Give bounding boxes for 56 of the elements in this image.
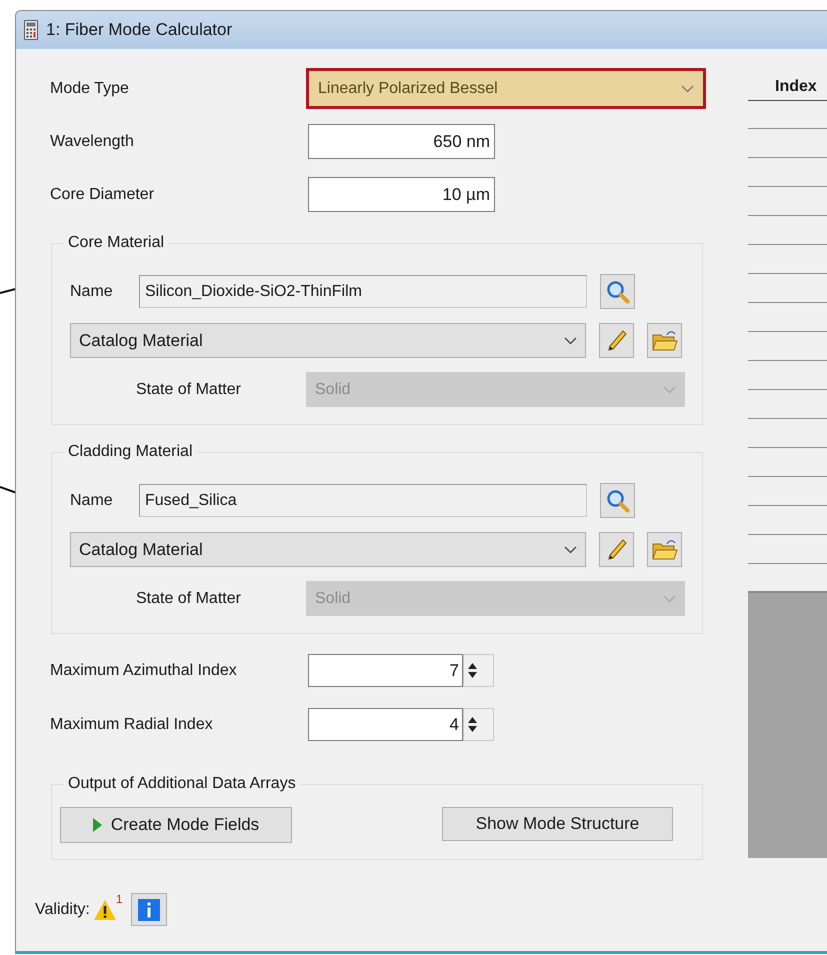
name-field[interactable]: Fused_Silica — [139, 484, 587, 517]
play-icon — [92, 818, 102, 832]
core-diameter-field[interactable]: 10 µm — [308, 177, 495, 212]
wavelength-field[interactable]: 650 nm — [308, 124, 495, 159]
field-label: Mode Type — [50, 78, 130, 98]
group-title: Cladding Material — [64, 442, 197, 462]
field-label: Name — [70, 490, 114, 510]
field-label: Name — [70, 282, 114, 302]
chevron-icon — [681, 84, 694, 92]
info-icon — [138, 898, 160, 920]
material-source-dropdown[interactable]: Catalog Material — [70, 323, 586, 358]
warning-count: 1 — [116, 890, 123, 908]
window-title: 1: Fiber Mode Calculator — [46, 19, 232, 42]
folder-icon — [652, 330, 678, 352]
state-dropdown: Solid — [306, 372, 685, 407]
chevron-icon — [564, 546, 577, 554]
pencil-icon — [606, 538, 628, 562]
validity-label: Validity: — [35, 900, 90, 920]
pencil-icon — [606, 328, 628, 352]
chevron-icon — [663, 594, 676, 602]
column-header: Index — [774, 77, 817, 97]
open-button[interactable] — [647, 323, 682, 358]
spinner[interactable] — [463, 708, 494, 741]
field-label: State of Matter — [136, 588, 242, 608]
search-button[interactable] — [600, 274, 635, 309]
down-arrow-icon — [468, 726, 477, 732]
chevron-icon — [564, 336, 577, 344]
create-mode-fields-button[interactable]: Create Mode Fields — [60, 807, 292, 843]
material-source-dropdown[interactable]: Catalog Material — [70, 532, 586, 567]
search-icon — [606, 280, 630, 304]
field-label: State of Matter — [136, 380, 242, 400]
search-button[interactable] — [600, 483, 635, 518]
mode-type-dropdown[interactable]: Linearly Polarized Bessel — [306, 68, 706, 109]
group-title: Output of Additional Data Arrays — [64, 774, 300, 794]
number-field[interactable]: 4 — [308, 708, 463, 741]
edit-button[interactable] — [599, 323, 634, 358]
down-arrow-icon — [468, 672, 477, 678]
search-icon — [606, 488, 630, 512]
up-arrow-icon — [468, 663, 477, 669]
number-field[interactable]: 7 — [308, 654, 463, 687]
spinner[interactable] — [463, 654, 494, 687]
folder-icon — [652, 538, 678, 560]
field-label: Maximum Radial Index — [50, 714, 214, 734]
field-label: Core Diameter — [50, 184, 156, 204]
up-arrow-icon — [468, 717, 477, 723]
warning-icon — [92, 898, 117, 920]
field-label: Wavelength — [50, 132, 135, 152]
field-label: Maximum Azimuthal Index — [50, 660, 238, 680]
edit-button[interactable] — [599, 532, 634, 567]
chevron-icon — [663, 386, 676, 394]
show-mode-structure-button[interactable]: Show Mode Structure — [442, 807, 673, 841]
open-button[interactable] — [647, 532, 682, 567]
state-dropdown: Solid — [306, 581, 685, 616]
calculator-icon — [24, 20, 38, 40]
info-button[interactable] — [130, 893, 167, 926]
name-field[interactable]: Silicon_Dioxide-SiO2-ThinFilm — [139, 275, 587, 308]
